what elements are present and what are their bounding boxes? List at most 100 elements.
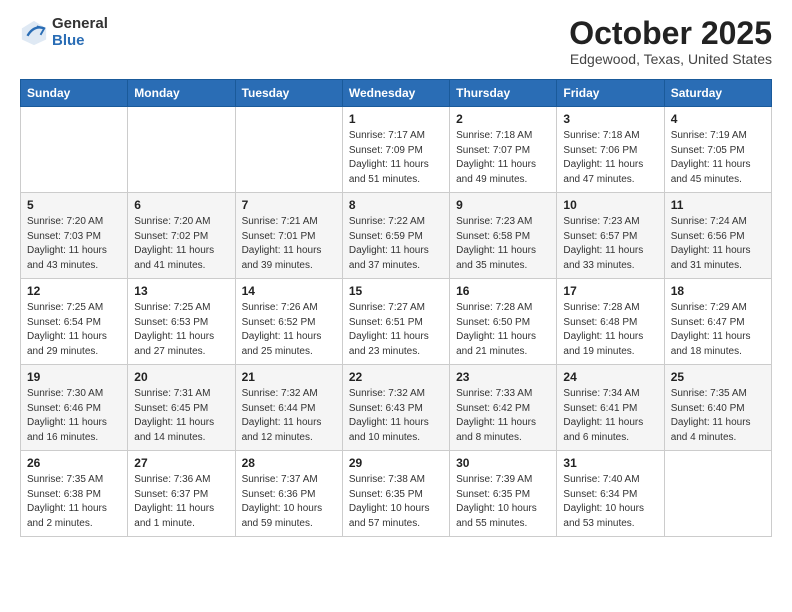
day-info: Sunrise: 7:28 AM Sunset: 6:48 PM Dayligh… xyxy=(563,301,657,359)
calendar-cell: 25Sunrise: 7:35 AM Sunset: 6:40 PM Dayli… xyxy=(664,365,771,451)
calendar-cell: 28 Sunrise: 7:37 AM Sunset: 6:36 PM Dayli… xyxy=(235,451,342,537)
calendar-cell: 24 Sunrise: 7:34 AM Sunset: 6:41 PM Dayli… xyxy=(557,365,664,451)
day-number: 12 xyxy=(27,284,121,298)
day-number: 5 xyxy=(27,198,121,212)
header-cell-monday: Monday xyxy=(128,80,235,107)
logo-general: General xyxy=(52,16,108,33)
calendar-cell: 9 Sunrise: 7:23 AM Sunset: 6:58 PM Daylig… xyxy=(450,193,557,279)
day-info: Sunrise: 7:25 AM Sunset: 6:53 PM Dayligh… xyxy=(134,301,228,359)
day-info: Sunrise: 7:35 AM Sunset: 6:40 PM Dayligh… xyxy=(671,387,765,445)
calendar-cell: 20 Sunrise: 7:31 AM Sunset: 6:45 PM Dayli… xyxy=(128,365,235,451)
day-number: 3 xyxy=(563,112,657,126)
calendar-body: 1 Sunrise: 7:17 AM Sunset: 7:09 PM Daylig… xyxy=(21,107,772,537)
calendar-cell: 27 Sunrise: 7:36 AM Sunset: 6:37 PM Dayli… xyxy=(128,451,235,537)
calendar-cell: 26 Sunrise: 7:35 AM Sunset: 6:38 PM Dayli… xyxy=(21,451,128,537)
day-info: Sunrise: 7:32 AM Sunset: 6:44 PM Dayligh… xyxy=(242,387,336,445)
day-number: 2 xyxy=(456,112,550,126)
logo-text: General Blue xyxy=(52,16,108,49)
calendar-cell xyxy=(21,107,128,193)
calendar-table: SundayMondayTuesdayWednesdayThursdayFrid… xyxy=(20,79,772,537)
page-container: General Blue October 2025 Edgewood, Texa… xyxy=(0,0,792,547)
day-info: Sunrise: 7:38 AM Sunset: 6:35 PM Dayligh… xyxy=(349,473,443,531)
day-info: Sunrise: 7:34 AM Sunset: 6:41 PM Dayligh… xyxy=(563,387,657,445)
day-number: 30 xyxy=(456,456,550,470)
day-number: 23 xyxy=(456,370,550,384)
calendar-week: 26 Sunrise: 7:35 AM Sunset: 6:38 PM Dayli… xyxy=(21,451,772,537)
day-info: Sunrise: 7:26 AM Sunset: 6:52 PM Dayligh… xyxy=(242,301,336,359)
day-number: 13 xyxy=(134,284,228,298)
day-info: Sunrise: 7:37 AM Sunset: 6:36 PM Dayligh… xyxy=(242,473,336,531)
calendar-cell: 3 Sunrise: 7:18 AM Sunset: 7:06 PM Daylig… xyxy=(557,107,664,193)
logo-blue: Blue xyxy=(52,33,108,50)
header-cell-wednesday: Wednesday xyxy=(342,80,449,107)
header-cell-tuesday: Tuesday xyxy=(235,80,342,107)
day-info: Sunrise: 7:18 AM Sunset: 7:06 PM Dayligh… xyxy=(563,129,657,187)
day-number: 9 xyxy=(456,198,550,212)
day-number: 10 xyxy=(563,198,657,212)
calendar-cell: 15Sunrise: 7:27 AM Sunset: 6:51 PM Dayli… xyxy=(342,279,449,365)
day-info: Sunrise: 7:17 AM Sunset: 7:09 PM Dayligh… xyxy=(349,129,443,187)
calendar-cell xyxy=(128,107,235,193)
day-info: Sunrise: 7:20 AM Sunset: 7:02 PM Dayligh… xyxy=(134,215,228,273)
calendar-cell: 13 Sunrise: 7:25 AM Sunset: 6:53 PM Dayli… xyxy=(128,279,235,365)
calendar-cell: 30Sunrise: 7:39 AM Sunset: 6:35 PM Dayli… xyxy=(450,451,557,537)
calendar-cell: 12Sunrise: 7:25 AM Sunset: 6:54 PM Dayli… xyxy=(21,279,128,365)
calendar-week: 19Sunrise: 7:30 AM Sunset: 6:46 PM Dayli… xyxy=(21,365,772,451)
calendar-header: SundayMondayTuesdayWednesdayThursdayFrid… xyxy=(21,80,772,107)
calendar-cell: 21 Sunrise: 7:32 AM Sunset: 6:44 PM Dayli… xyxy=(235,365,342,451)
calendar-cell: 23 Sunrise: 7:33 AM Sunset: 6:42 PM Dayli… xyxy=(450,365,557,451)
day-info: Sunrise: 7:32 AM Sunset: 6:43 PM Dayligh… xyxy=(349,387,443,445)
calendar-cell: 18Sunrise: 7:29 AM Sunset: 6:47 PM Dayli… xyxy=(664,279,771,365)
calendar-cell: 19Sunrise: 7:30 AM Sunset: 6:46 PM Dayli… xyxy=(21,365,128,451)
day-info: Sunrise: 7:33 AM Sunset: 6:42 PM Dayligh… xyxy=(456,387,550,445)
day-info: Sunrise: 7:24 AM Sunset: 6:56 PM Dayligh… xyxy=(671,215,765,273)
day-number: 28 xyxy=(242,456,336,470)
calendar-week: 12Sunrise: 7:25 AM Sunset: 6:54 PM Dayli… xyxy=(21,279,772,365)
day-number: 14 xyxy=(242,284,336,298)
calendar-cell: 1 Sunrise: 7:17 AM Sunset: 7:09 PM Daylig… xyxy=(342,107,449,193)
calendar-cell: 10 Sunrise: 7:23 AM Sunset: 6:57 PM Dayli… xyxy=(557,193,664,279)
calendar-week: 1 Sunrise: 7:17 AM Sunset: 7:09 PM Daylig… xyxy=(21,107,772,193)
title-area: October 2025 Edgewood, Texas, United Sta… xyxy=(569,16,772,67)
calendar-cell: 17 Sunrise: 7:28 AM Sunset: 6:48 PM Dayli… xyxy=(557,279,664,365)
day-number: 21 xyxy=(242,370,336,384)
day-number: 7 xyxy=(242,198,336,212)
header: General Blue October 2025 Edgewood, Texa… xyxy=(20,16,772,67)
day-number: 1 xyxy=(349,112,443,126)
calendar-cell: 14 Sunrise: 7:26 AM Sunset: 6:52 PM Dayli… xyxy=(235,279,342,365)
calendar-cell: 4Sunrise: 7:19 AM Sunset: 7:05 PM Daylig… xyxy=(664,107,771,193)
day-number: 16 xyxy=(456,284,550,298)
calendar-cell: 31 Sunrise: 7:40 AM Sunset: 6:34 PM Dayli… xyxy=(557,451,664,537)
header-row: SundayMondayTuesdayWednesdayThursdayFrid… xyxy=(21,80,772,107)
calendar-cell: 22 Sunrise: 7:32 AM Sunset: 6:43 PM Dayli… xyxy=(342,365,449,451)
day-info: Sunrise: 7:35 AM Sunset: 6:38 PM Dayligh… xyxy=(27,473,121,531)
subtitle: Edgewood, Texas, United States xyxy=(569,51,772,67)
logo: General Blue xyxy=(20,16,108,49)
day-number: 17 xyxy=(563,284,657,298)
day-number: 22 xyxy=(349,370,443,384)
day-number: 26 xyxy=(27,456,121,470)
day-info: Sunrise: 7:40 AM Sunset: 6:34 PM Dayligh… xyxy=(563,473,657,531)
page-title: October 2025 xyxy=(569,16,772,51)
calendar-cell xyxy=(235,107,342,193)
day-info: Sunrise: 7:36 AM Sunset: 6:37 PM Dayligh… xyxy=(134,473,228,531)
day-number: 8 xyxy=(349,198,443,212)
day-number: 27 xyxy=(134,456,228,470)
day-number: 24 xyxy=(563,370,657,384)
day-info: Sunrise: 7:22 AM Sunset: 6:59 PM Dayligh… xyxy=(349,215,443,273)
logo-icon xyxy=(20,19,48,47)
header-cell-friday: Friday xyxy=(557,80,664,107)
calendar-cell: 29Sunrise: 7:38 AM Sunset: 6:35 PM Dayli… xyxy=(342,451,449,537)
day-number: 31 xyxy=(563,456,657,470)
day-info: Sunrise: 7:21 AM Sunset: 7:01 PM Dayligh… xyxy=(242,215,336,273)
day-info: Sunrise: 7:18 AM Sunset: 7:07 PM Dayligh… xyxy=(456,129,550,187)
calendar-week: 5Sunrise: 7:20 AM Sunset: 7:03 PM Daylig… xyxy=(21,193,772,279)
day-number: 4 xyxy=(671,112,765,126)
day-info: Sunrise: 7:23 AM Sunset: 6:57 PM Dayligh… xyxy=(563,215,657,273)
day-info: Sunrise: 7:29 AM Sunset: 6:47 PM Dayligh… xyxy=(671,301,765,359)
calendar-cell: 2 Sunrise: 7:18 AM Sunset: 7:07 PM Daylig… xyxy=(450,107,557,193)
header-cell-thursday: Thursday xyxy=(450,80,557,107)
day-number: 20 xyxy=(134,370,228,384)
day-info: Sunrise: 7:31 AM Sunset: 6:45 PM Dayligh… xyxy=(134,387,228,445)
day-info: Sunrise: 7:23 AM Sunset: 6:58 PM Dayligh… xyxy=(456,215,550,273)
